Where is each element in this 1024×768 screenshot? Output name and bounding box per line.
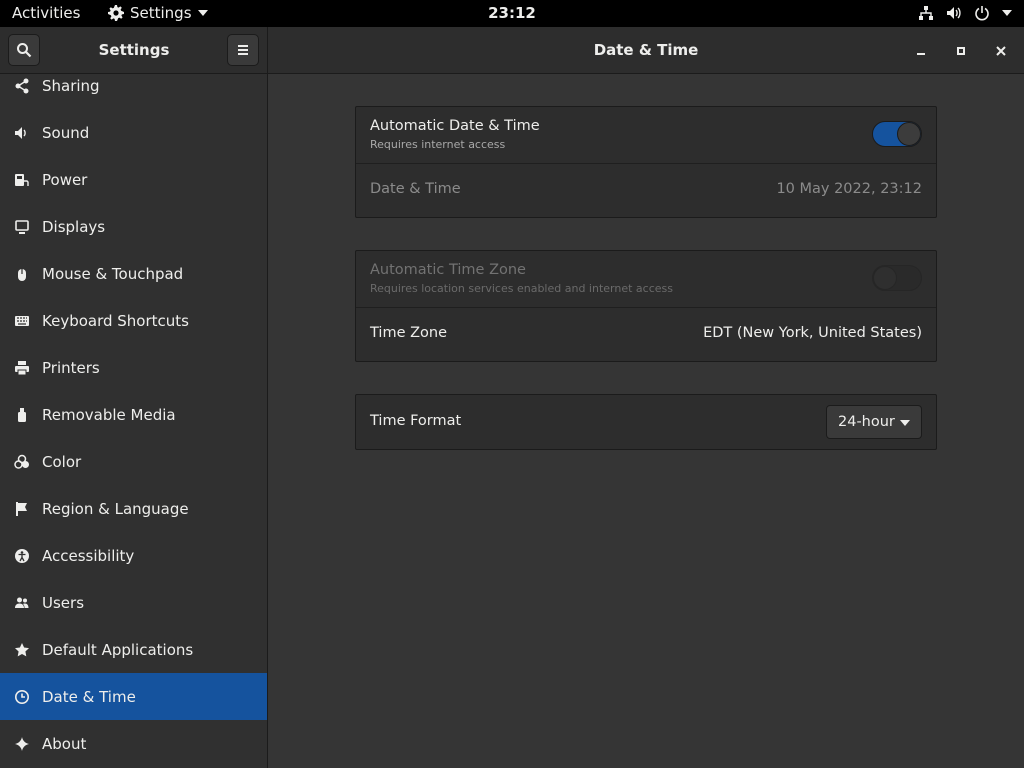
sidebar-item-region-language[interactable]: Region & Language	[0, 485, 267, 532]
menu-button[interactable]	[227, 34, 259, 66]
chevron-down-icon	[900, 420, 910, 426]
time-format-label: Time Format	[370, 413, 462, 429]
app-menu[interactable]: Settings	[108, 4, 208, 22]
color-icon	[13, 453, 31, 471]
sidebar-item-label: Default Applications	[42, 640, 194, 659]
printer-icon	[13, 359, 31, 377]
sidebar-header: Settings	[0, 27, 268, 73]
sidebar-item-users[interactable]: Users	[0, 579, 267, 626]
network-wired-icon	[918, 5, 934, 21]
sidebar-title: Settings	[98, 41, 170, 59]
power-icon	[974, 5, 990, 21]
timezone-panel: Automatic Time Zone Requires location se…	[355, 250, 937, 362]
auto-timezone-switch[interactable]	[872, 265, 922, 291]
close-icon	[996, 46, 1006, 56]
minimize-icon	[916, 46, 926, 56]
sidebar-item-label: Mouse & Touchpad	[42, 264, 184, 283]
search-icon	[16, 42, 32, 58]
datetime-panel: Automatic Date & Time Requires internet …	[355, 106, 937, 218]
star-icon	[13, 641, 31, 659]
timezone-label: Time Zone	[370, 325, 448, 341]
sidebar-item-label: Sound	[42, 123, 90, 142]
sidebar-item-mouse-touchpad[interactable]: Mouse & Touchpad	[0, 250, 267, 297]
time-format-dropdown[interactable]: 24-hour	[826, 405, 922, 439]
share-icon	[13, 77, 31, 95]
settings-window: Settings Date & Time Sharing Sound Power…	[0, 27, 1024, 768]
sidebar-item-sharing[interactable]: Sharing	[0, 74, 267, 109]
sidebar-item-label: Color	[42, 452, 82, 471]
page-title: Date & Time	[593, 41, 699, 59]
auto-timezone-title: Automatic Time Zone	[370, 262, 526, 278]
gear-icon	[108, 5, 124, 21]
flag-icon	[13, 500, 31, 518]
top-bar: Activities Settings 23:12	[0, 0, 1024, 27]
auto-datetime-title: Automatic Date & Time	[370, 118, 540, 134]
auto-datetime-switch[interactable]	[872, 121, 922, 147]
power-plug-icon	[13, 171, 31, 189]
sidebar-item-label: Printers	[42, 358, 100, 377]
datetime-value: 10 May 2022, 23:12	[776, 181, 922, 197]
switch-knob	[897, 122, 921, 146]
switch-knob	[873, 266, 897, 290]
sidebar-item-date-time[interactable]: Date & Time	[0, 673, 267, 720]
sidebar-item-label: Region & Language	[42, 499, 189, 518]
sidebar-item-accessibility[interactable]: Accessibility	[0, 532, 267, 579]
sparkle-icon	[13, 735, 31, 753]
clock[interactable]: 23:12	[488, 4, 536, 22]
chevron-down-icon	[1002, 10, 1012, 16]
mouse-icon	[13, 265, 31, 283]
sidebar-item-label: Keyboard Shortcuts	[42, 311, 189, 330]
sidebar-item-label: Users	[42, 593, 85, 612]
sidebar-item-label: Removable Media	[42, 405, 176, 424]
sidebar-item-label: Date & Time	[42, 687, 136, 706]
display-icon	[13, 218, 31, 236]
sidebar-item-label: Accessibility	[42, 546, 135, 565]
usb-drive-icon	[13, 406, 31, 424]
sidebar-item-label: About	[42, 734, 87, 753]
divider	[356, 307, 936, 308]
main-content: Automatic Date & Time Requires internet …	[269, 74, 1024, 768]
sidebar-item-default-applications[interactable]: Default Applications	[0, 626, 267, 673]
time-format-value: 24-hour	[838, 414, 895, 430]
sidebar: Sharing Sound Power Displays Mouse & Tou…	[0, 74, 268, 768]
sidebar-item-label: Displays	[42, 217, 106, 236]
keyboard-icon	[13, 312, 31, 330]
hamburger-menu-icon	[236, 44, 250, 56]
sidebar-item-removable-media[interactable]: Removable Media	[0, 391, 267, 438]
activities-button[interactable]: Activities	[12, 4, 80, 22]
sidebar-item-label: Sharing	[42, 76, 100, 95]
sidebar-item-sound[interactable]: Sound	[0, 109, 267, 156]
close-button[interactable]	[989, 39, 1013, 63]
system-tray[interactable]	[918, 5, 1012, 21]
time-format-panel: Time Format 24-hour	[355, 394, 937, 450]
chevron-down-icon	[197, 10, 208, 16]
maximize-icon	[956, 46, 966, 56]
datetime-label: Date & Time	[370, 181, 461, 197]
sidebar-item-printers[interactable]: Printers	[0, 344, 267, 391]
users-icon	[13, 594, 31, 612]
auto-datetime-subtitle: Requires internet access	[370, 138, 506, 151]
search-button[interactable]	[8, 34, 40, 66]
accessibility-icon	[13, 547, 31, 565]
header-bar: Settings Date & Time	[0, 27, 1024, 74]
auto-timezone-subtitle: Requires location services enabled and i…	[370, 282, 673, 295]
sidebar-item-displays[interactable]: Displays	[0, 203, 267, 250]
clock-icon	[13, 688, 31, 706]
volume-icon	[946, 5, 962, 21]
timezone-value[interactable]: EDT (New York, United States)	[703, 325, 922, 341]
sidebar-item-color[interactable]: Color	[0, 438, 267, 485]
maximize-button[interactable]	[949, 39, 973, 63]
minimize-button[interactable]	[909, 39, 933, 63]
app-menu-label: Settings	[130, 4, 192, 22]
speaker-icon	[13, 124, 31, 142]
divider	[356, 163, 936, 164]
sidebar-item-label: Power	[42, 170, 88, 189]
sidebar-item-power[interactable]: Power	[0, 156, 267, 203]
sidebar-item-about[interactable]: About	[0, 720, 267, 767]
sidebar-item-keyboard-shortcuts[interactable]: Keyboard Shortcuts	[0, 297, 267, 344]
